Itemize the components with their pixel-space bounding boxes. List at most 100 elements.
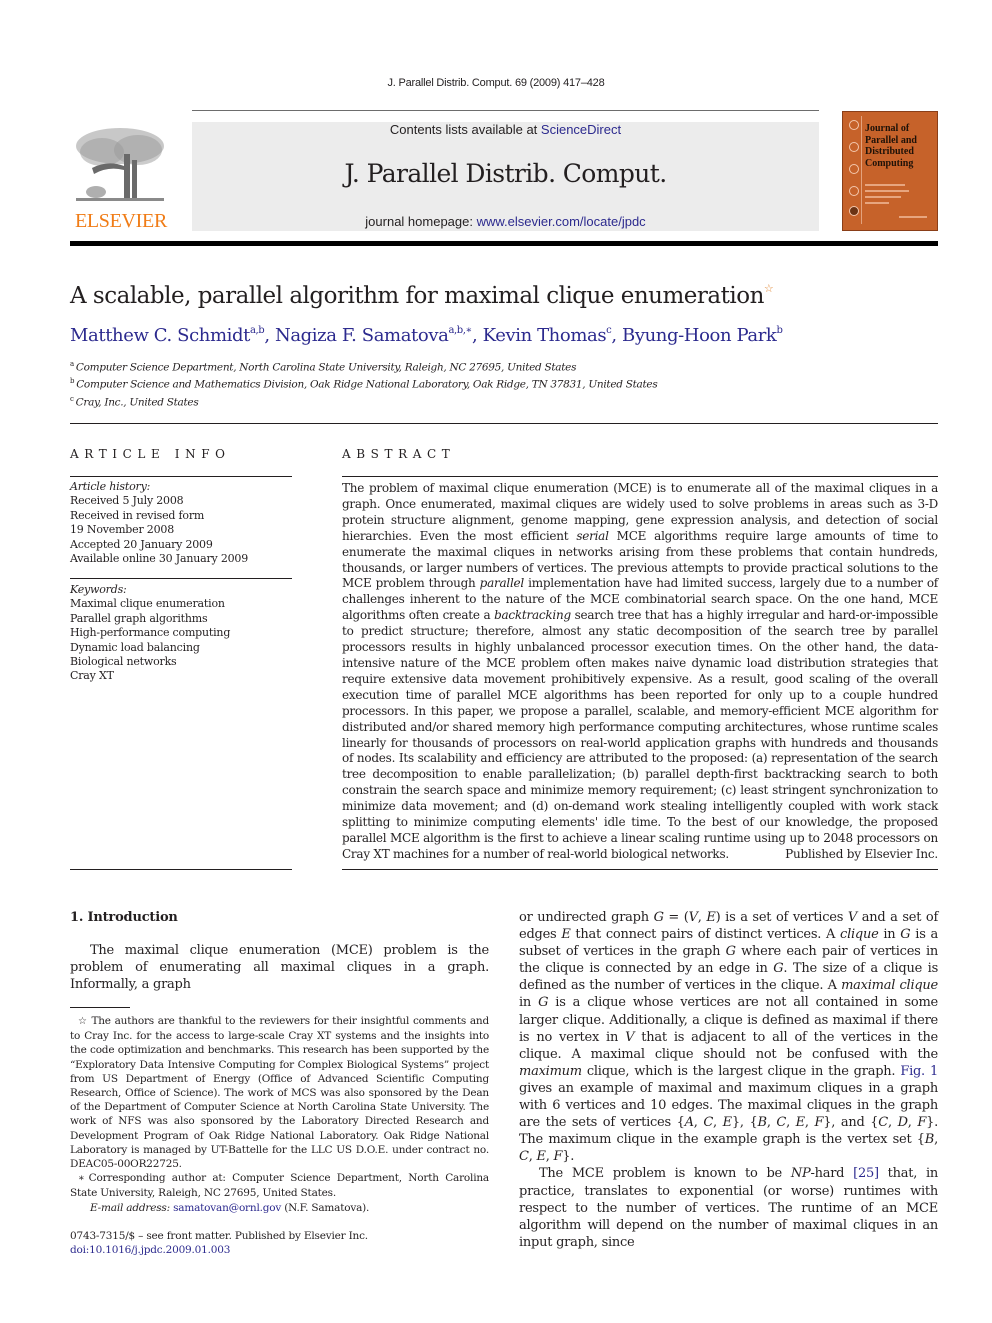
italic-text: NP [790, 1166, 811, 1182]
email-label: E-mail address: [90, 1201, 170, 1214]
email-link[interactable]: samatovan@ornl.gov [173, 1202, 281, 1214]
italic-text: E [706, 910, 716, 925]
italic-text: V [625, 1029, 635, 1045]
author-separator: , [611, 325, 623, 346]
cover-text-line [865, 202, 889, 204]
intro-paragraph: The maximal clique enumeration (MCE) pro… [70, 943, 489, 993]
affiliation-mark: b [70, 377, 75, 385]
text-run: The MCE problem is known to be [539, 1166, 791, 1182]
affiliation-text: Computer Science and Mathematics Divisio… [76, 378, 658, 391]
italic-text: backtracking [494, 608, 571, 623]
history-item: Received 5 July 2008 [70, 494, 184, 508]
abstract-rule [342, 869, 938, 870]
cover-strip [847, 116, 862, 224]
italic-text: clique [840, 927, 879, 943]
author-name[interactable]: Nagiza F. Samatova [275, 325, 449, 346]
keyword: Cray XT [70, 669, 114, 683]
front-matter-note: 0743-7315/$ – see front matter. Publishe… [70, 1230, 368, 1242]
italic-text: F [553, 1149, 563, 1165]
abstract-rule [342, 476, 938, 477]
italic-text: B [757, 1115, 768, 1131]
reference-link[interactable]: Fig. 1 [900, 1064, 938, 1079]
affiliation-text: Cray, Inc., United States [75, 396, 199, 409]
author-name[interactable]: Byung-Hoon Park [622, 325, 777, 346]
paper-title: A scalable, parallel algorithm for maxim… [70, 282, 774, 309]
cover-ornament-icon [849, 164, 859, 174]
text-run: , [766, 1115, 777, 1131]
italic-text: G [653, 910, 664, 925]
acknowledgement-footnote: ☆ The authors are thankful to the reviewe… [70, 1014, 489, 1171]
cover-title-line: Journal of [865, 123, 910, 134]
italic-text: G [538, 995, 549, 1011]
italic-text: serial [576, 528, 609, 543]
homepage-line: journal homepage: www.elsevier.com/locat… [192, 214, 819, 229]
cover-ornament-icon [849, 186, 859, 196]
text-run: }. [562, 1149, 575, 1165]
history-label: Article history: [70, 480, 151, 493]
text-run: , [934, 1132, 938, 1148]
text-run: }, and { [823, 1115, 879, 1131]
journal-banner: Contents lists available at ScienceDirec… [192, 122, 819, 231]
history-item: Received in revised form [70, 508, 205, 522]
italic-text: E [795, 1115, 806, 1131]
cover-ornament-icon [849, 120, 859, 130]
italic-text: D [897, 1115, 908, 1131]
italic-text: E [536, 1149, 546, 1165]
author-affiliation-mark: a,b [249, 325, 265, 336]
keywords: Keywords: Maximal clique enumeration Par… [70, 583, 300, 684]
abstract-text: The problem of maximal clique enumeratio… [342, 481, 938, 863]
contents-prefix: Contents lists available at [389, 122, 541, 137]
history-item: 19 November 2008 [70, 523, 174, 537]
elsevier-tree-icon [76, 128, 164, 201]
elsevier-logo[interactable]: ELSEVIER [70, 118, 172, 234]
footnote-rule [70, 1007, 130, 1008]
journal-cover[interactable]: Journal of Parallel and Distributed Comp… [842, 111, 938, 231]
author-name[interactable]: Matthew C. Schmidt [70, 325, 250, 346]
email-suffix: (N.F. Samatova). [281, 1201, 370, 1214]
author-name[interactable]: Kevin Thomas [483, 325, 607, 346]
cover-title-line: Distributed [865, 146, 914, 157]
author-affiliation-mark: b [776, 325, 783, 336]
cover-text-line [865, 184, 905, 186]
header-rule [70, 241, 938, 246]
author-affiliation-mark: a,b,∗ [448, 325, 472, 336]
article-history: Article history: Received 5 July 2008 Re… [70, 480, 300, 566]
journal-homepage-link[interactable]: www.elsevier.com/locate/jpdc [477, 214, 646, 229]
text-run: = ( [663, 910, 689, 925]
cover-ornament-icon [849, 206, 859, 216]
cover-ornament-icon [849, 142, 859, 152]
text-run: clique, which is the largest clique in t… [581, 1063, 901, 1079]
text-run: search tree that has a highly irregular … [342, 608, 938, 861]
article-info-rule [70, 476, 292, 477]
text-run: that connect pairs of distinct vertices.… [570, 927, 841, 943]
keyword: Biological networks [70, 655, 177, 669]
italic-text: E [561, 927, 571, 943]
italic-text: V [688, 910, 698, 925]
text-run: , [713, 1115, 723, 1131]
elsevier-wordmark: ELSEVIER [74, 210, 168, 232]
reference-link[interactable]: [25] [853, 1166, 879, 1181]
corresponding-author-footnote: ∗ Corresponding author at: Computer Scien… [70, 1171, 489, 1200]
paper-title-text: A scalable, parallel algorithm for maxim… [70, 283, 764, 309]
italic-text: G [725, 944, 736, 960]
italic-text: C [776, 1115, 787, 1131]
text-run: , [786, 1115, 796, 1131]
text-run: }, { [731, 1115, 758, 1131]
text-run: in [878, 927, 901, 943]
text-run: , [888, 1115, 898, 1131]
footer: 0743-7315/$ – see front matter. Publishe… [70, 1229, 368, 1257]
cover-title-line: Parallel and [865, 134, 917, 146]
doi-link[interactable]: doi:10.1016/j.jpdc.2009.01.003 [70, 1243, 368, 1257]
italic-text: C [703, 1115, 714, 1131]
title-footnote-mark[interactable]: ☆ [764, 282, 774, 295]
email-footnote: E-mail address: samatovan@ornl.gov (N.F.… [70, 1201, 489, 1215]
running-head: J. Parallel Distrib. Comput. 69 (2009) 4… [387, 77, 605, 89]
body-paragraph: or undirected graph G = (V, E) is a set … [519, 909, 938, 1165]
text-run: or undirected graph [519, 910, 654, 925]
keyword: Dynamic load balancing [70, 640, 200, 654]
footnote-text: The authors are thankful to the reviewer… [70, 1015, 489, 1171]
affiliation-mark: c [70, 395, 74, 403]
sciencedirect-link[interactable]: ScienceDirect [541, 122, 621, 137]
italic-text: C [519, 1149, 529, 1165]
history-item: Accepted 20 January 2009 [70, 537, 213, 551]
